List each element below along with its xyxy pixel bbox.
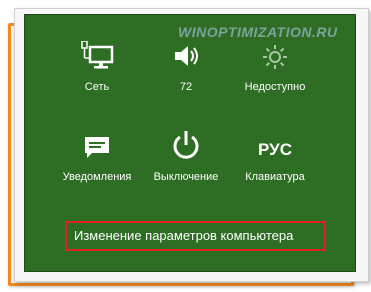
network-tile[interactable]: Сеть: [57, 37, 137, 93]
keyboard-language-icon: РУС: [235, 127, 315, 161]
network-icon: [57, 37, 137, 71]
volume-label: 72: [179, 81, 193, 93]
keyboard-language-text: РУС: [258, 140, 292, 159]
settings-charm-panel: Сеть 72 Недоступно Уведомления Выключени…: [24, 14, 356, 272]
network-label: Сеть: [84, 81, 110, 93]
watermark: WINOPTIMIZATION.RU: [178, 24, 338, 40]
brightness-label: Недоступно: [244, 81, 306, 93]
notifications-tile[interactable]: Уведомления: [57, 127, 137, 183]
keyboard-tile[interactable]: РУС Клавиатура: [235, 127, 315, 183]
brightness-tile[interactable]: Недоступно: [235, 37, 315, 93]
power-label: Выключение: [153, 171, 219, 183]
volume-tile[interactable]: 72: [146, 37, 226, 93]
volume-icon: [146, 37, 226, 71]
power-icon: [146, 127, 226, 161]
change-pc-settings-link[interactable]: Изменение параметров компьютера: [65, 221, 326, 251]
keyboard-label: Клавиатура: [245, 171, 305, 183]
power-tile[interactable]: Выключение: [146, 127, 226, 183]
notifications-label: Уведомления: [62, 171, 132, 183]
brightness-icon: [235, 37, 315, 71]
notifications-icon: [57, 127, 137, 161]
